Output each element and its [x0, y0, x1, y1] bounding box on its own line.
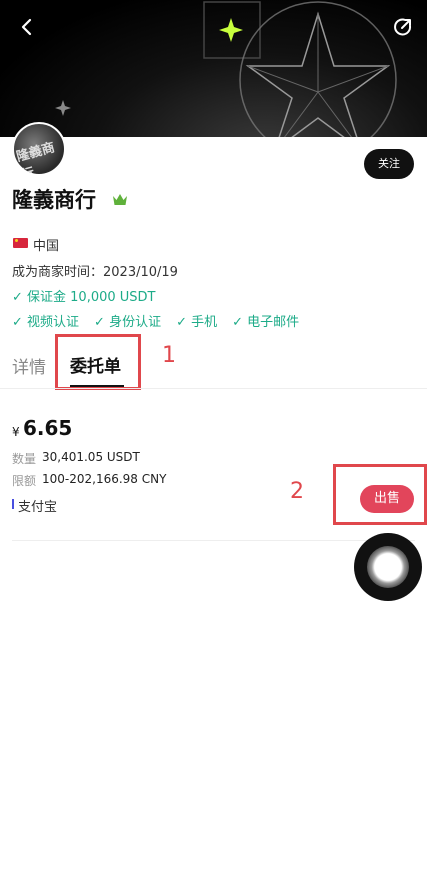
avatar: 隆義商行 [12, 122, 66, 176]
share-icon [394, 18, 412, 36]
payment-method: 支付宝 [18, 500, 58, 515]
chevron-left-icon [21, 18, 32, 36]
order-divider [12, 540, 415, 541]
payment-method-indicator [12, 499, 14, 509]
order-price: 6.65 [23, 416, 73, 440]
star-emblem-graphic [55, 1, 397, 137]
verification-identity: ✓ 身份认证 [94, 315, 162, 330]
deposit-info: ✓ 保证金 10,000 USDT [12, 286, 156, 305]
annotation-box-2 [333, 464, 427, 525]
limit-label: 限额 [12, 474, 37, 488]
deposit-text: 保证金 10,000 USDT [27, 290, 156, 305]
avatar-text: 隆義商行 [14, 140, 57, 176]
annotation-label-1: 1 [162, 343, 176, 368]
quantity-value: 30,401.05 USDT [42, 450, 140, 464]
circle-icon [367, 546, 409, 588]
verification-list: ✓ 视频认证 ✓ 身份认证 ✓ 手机 ✓ 电子邮件 [12, 311, 314, 330]
merchant-name: 隆義商行 [12, 188, 96, 212]
crown-icon [112, 191, 128, 205]
annotation-label-2: 2 [290, 479, 304, 504]
country-label: 中国 [33, 239, 60, 254]
currency-symbol: ¥ [12, 425, 20, 439]
check-icon: ✓ [176, 315, 192, 330]
quantity-label: 数量 [12, 452, 37, 466]
tabs-divider [0, 388, 427, 389]
profile-banner [0, 0, 427, 137]
verification-video: ✓ 视频认证 [12, 315, 80, 330]
check-icon: ✓ [232, 315, 248, 330]
floating-assistive-button[interactable] [354, 533, 422, 601]
share-button[interactable] [390, 14, 416, 40]
follow-button[interactable]: 关注 [364, 149, 414, 179]
check-icon: ✓ [12, 290, 28, 305]
back-button[interactable] [14, 14, 40, 40]
check-icon: ✓ [12, 315, 28, 330]
verification-email: ✓ 电子邮件 [232, 315, 300, 330]
annotation-box-1 [55, 334, 141, 390]
check-icon: ✓ [94, 315, 110, 330]
flag-icon [13, 238, 28, 248]
tab-details[interactable]: 详情 [12, 353, 46, 378]
verification-phone: ✓ 手机 [176, 315, 218, 330]
merchant-since: 成为商家时间：2023/10/19 [12, 265, 178, 280]
limit-value: 100-202,166.98 CNY [42, 472, 167, 486]
